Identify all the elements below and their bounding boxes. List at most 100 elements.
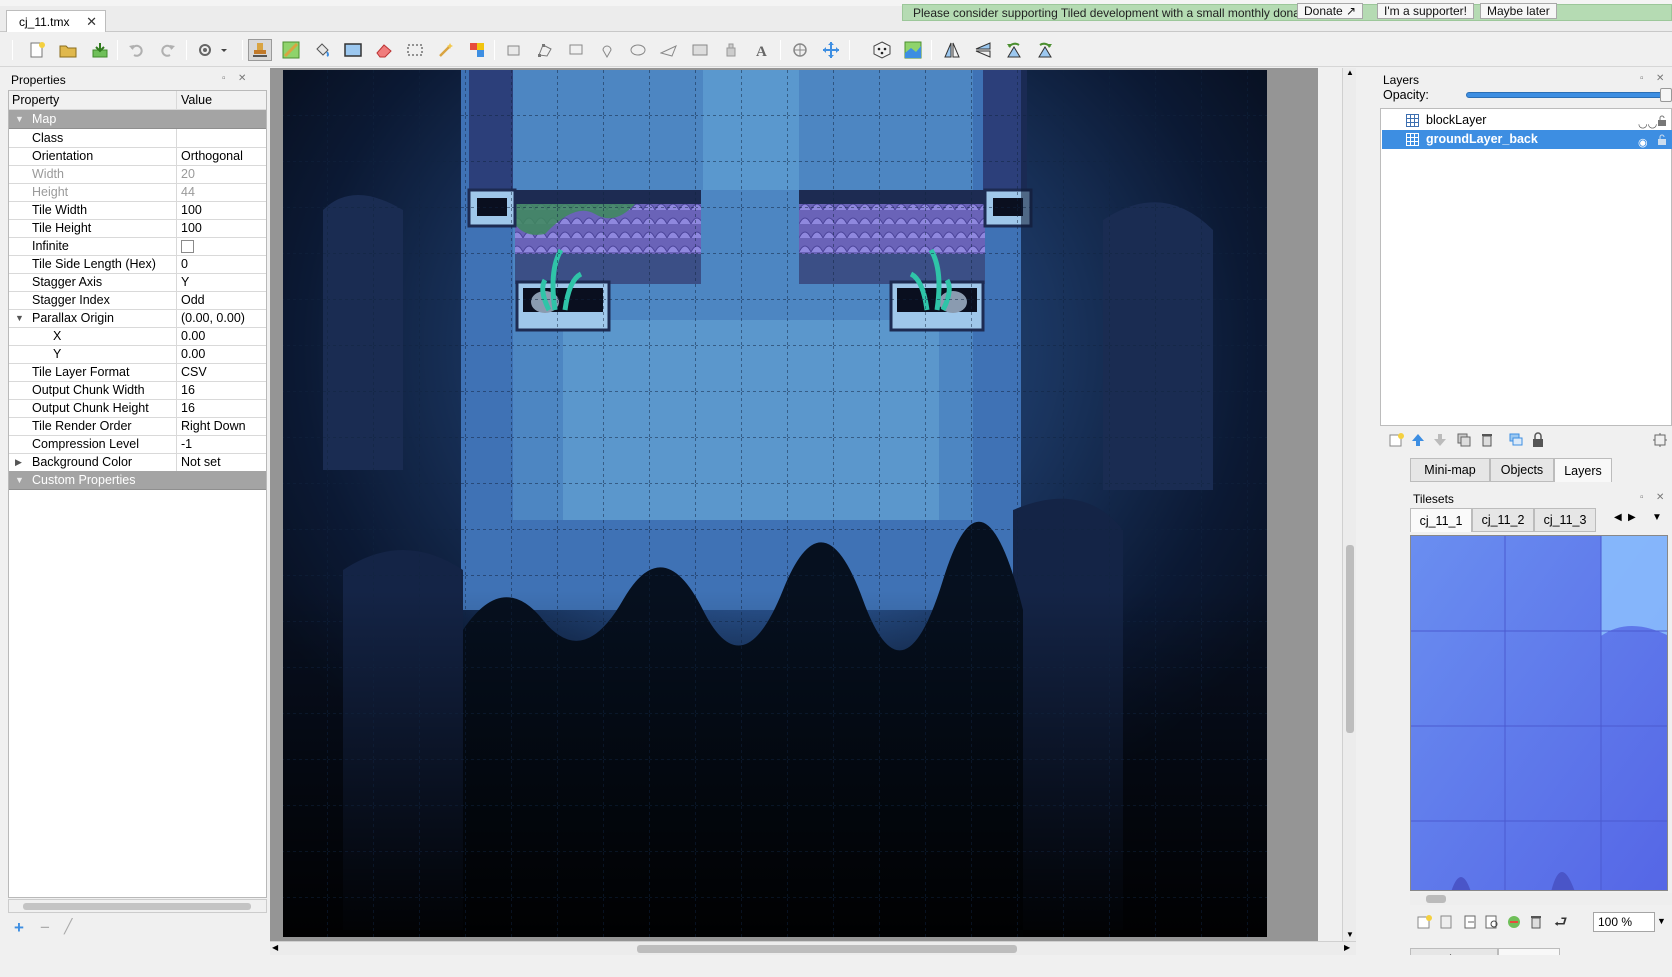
commands-icon[interactable] bbox=[195, 39, 231, 61]
remove-property-icon[interactable]: − bbox=[40, 918, 50, 938]
float-panel-icon[interactable]: ▫ bbox=[1640, 73, 1644, 84]
column-header-value[interactable]: Value bbox=[178, 91, 266, 110]
property-value[interactable]: Right Down bbox=[178, 417, 266, 436]
column-header-property[interactable]: Property bbox=[9, 91, 177, 110]
redo-icon[interactable] bbox=[156, 39, 180, 61]
group-custom-properties[interactable]: ▼ Custom Properties bbox=[9, 471, 266, 490]
raise-layer-icon[interactable] bbox=[1410, 432, 1426, 451]
property-value[interactable] bbox=[178, 237, 266, 256]
property-value[interactable]: 0.00 bbox=[178, 345, 266, 364]
property-row[interactable]: Tile Height 100 bbox=[9, 219, 266, 238]
opacity-slider[interactable] bbox=[1466, 92, 1672, 98]
property-row[interactable]: Stagger Index Odd bbox=[9, 291, 266, 310]
property-value[interactable]: 16 bbox=[178, 381, 266, 400]
wang-fill-icon[interactable] bbox=[901, 39, 925, 61]
property-value[interactable]: 44 bbox=[178, 183, 266, 202]
property-value[interactable]: -1 bbox=[178, 435, 266, 454]
donate-button[interactable]: Donate ↗ bbox=[1297, 3, 1364, 19]
lock-layer-icon[interactable] bbox=[1531, 432, 1545, 451]
tileset-view[interactable] bbox=[1410, 535, 1668, 891]
panel-menu-icon[interactable] bbox=[1652, 432, 1668, 451]
property-row[interactable]: Height 44 bbox=[9, 183, 266, 202]
tab-list-dropdown-icon[interactable]: ▼ bbox=[1652, 512, 1662, 523]
property-value[interactable]: 100 bbox=[178, 219, 266, 238]
select-same-tile-icon[interactable] bbox=[465, 39, 489, 61]
opacity-slider-handle[interactable] bbox=[1660, 88, 1672, 102]
insert-rectangle-icon[interactable] bbox=[564, 39, 588, 61]
world-tool-icon[interactable] bbox=[788, 39, 812, 61]
property-value[interactable]: Orthogonal bbox=[178, 147, 266, 166]
random-mode-icon[interactable] bbox=[870, 39, 894, 61]
export-tileset-icon[interactable] bbox=[1462, 914, 1478, 933]
map-canvas[interactable] bbox=[283, 70, 1267, 937]
delete-layer-icon[interactable] bbox=[1479, 432, 1495, 451]
tab-scroll-right-icon[interactable]: ▶ bbox=[1628, 512, 1636, 523]
insert-template-icon[interactable] bbox=[719, 39, 743, 61]
save-file-icon[interactable] bbox=[88, 39, 112, 61]
move-icon[interactable] bbox=[819, 39, 843, 61]
infinite-checkbox[interactable] bbox=[181, 240, 194, 253]
tab-scroll-left-icon[interactable]: ◀ bbox=[1614, 512, 1622, 523]
new-layer-icon[interactable] bbox=[1388, 432, 1404, 451]
property-row[interactable]: ▶ Background Color Not set bbox=[9, 453, 266, 472]
unlock-icon[interactable] bbox=[1657, 114, 1667, 126]
insert-text-icon[interactable]: A bbox=[750, 39, 774, 61]
property-row[interactable]: Tile Layer Format CSV bbox=[9, 363, 266, 382]
new-tileset-icon[interactable] bbox=[1416, 914, 1432, 933]
property-row[interactable]: Output Chunk Height 16 bbox=[9, 399, 266, 418]
property-row[interactable]: Tile Width 100 bbox=[9, 201, 266, 220]
scroll-down-icon[interactable]: ▼ bbox=[1346, 930, 1354, 939]
maybe-later-button[interactable]: Maybe later bbox=[1480, 3, 1557, 19]
tab-objects[interactable]: Objects bbox=[1490, 458, 1554, 482]
insert-polygon-icon[interactable] bbox=[657, 39, 681, 61]
float-panel-icon[interactable]: ▫ bbox=[1640, 492, 1644, 503]
show-hide-others-icon[interactable] bbox=[1508, 432, 1524, 451]
edit-tileset-icon[interactable] bbox=[1484, 914, 1500, 933]
group-map[interactable]: ▼ Map bbox=[9, 110, 266, 129]
property-row[interactable]: ▼ Parallax Origin (0.00, 0.00) bbox=[9, 309, 266, 328]
magic-wand-icon[interactable] bbox=[434, 39, 458, 61]
select-objects-icon[interactable] bbox=[502, 39, 526, 61]
property-row[interactable]: Tile Side Length (Hex) 0 bbox=[9, 255, 266, 274]
property-row[interactable]: Orientation Orthogonal bbox=[9, 147, 266, 166]
property-row[interactable]: Compression Level -1 bbox=[9, 435, 266, 454]
new-file-icon[interactable] bbox=[25, 39, 49, 61]
rotate-right-icon[interactable] bbox=[1033, 39, 1057, 61]
property-value[interactable]: Y bbox=[178, 273, 266, 292]
property-value[interactable]: CSV bbox=[178, 363, 266, 382]
close-panel-icon[interactable]: ✕ bbox=[1656, 73, 1664, 84]
scroll-up-icon[interactable]: ▲ bbox=[1346, 68, 1354, 77]
shape-fill-icon[interactable] bbox=[341, 39, 365, 61]
insert-ellipse-icon[interactable] bbox=[626, 39, 650, 61]
undo-icon[interactable] bbox=[124, 39, 148, 61]
property-value[interactable]: 100 bbox=[178, 201, 266, 220]
properties-horizontal-scrollbar[interactable] bbox=[8, 899, 267, 913]
replace-tileset-icon[interactable] bbox=[1506, 914, 1522, 933]
property-value[interactable]: Odd bbox=[178, 291, 266, 310]
tileset-tab-1[interactable]: cj_11_1 bbox=[1410, 508, 1472, 532]
open-file-icon[interactable] bbox=[56, 39, 80, 61]
layer-row-groundlayer-back[interactable]: groundLayer_back ◉ bbox=[1382, 130, 1672, 149]
property-row[interactable]: Y 0.00 bbox=[9, 345, 266, 364]
embed-tileset-icon[interactable] bbox=[1438, 914, 1454, 933]
duplicate-layer-icon[interactable] bbox=[1456, 432, 1472, 451]
stamp-brush-icon[interactable] bbox=[248, 39, 272, 61]
tab-layers[interactable]: Layers bbox=[1554, 458, 1612, 482]
zoom-dropdown-icon[interactable]: ▼ bbox=[1657, 916, 1666, 926]
lower-layer-icon[interactable] bbox=[1432, 432, 1448, 451]
flip-horizontal-icon[interactable] bbox=[940, 39, 964, 61]
property-row[interactable]: Infinite bbox=[9, 237, 266, 256]
add-property-icon[interactable]: + bbox=[14, 918, 24, 938]
property-value[interactable]: 16 bbox=[178, 399, 266, 418]
map-vertical-scrollbar[interactable]: ▲ ▼ bbox=[1342, 68, 1356, 941]
rectangular-select-icon[interactable] bbox=[403, 39, 427, 61]
scroll-right-icon[interactable]: ▶ bbox=[1344, 943, 1350, 952]
property-value[interactable] bbox=[178, 129, 266, 148]
tileset-tab-3[interactable]: cj_11_3 bbox=[1534, 508, 1596, 532]
edit-polygons-icon[interactable] bbox=[533, 39, 557, 61]
float-panel-icon[interactable]: ▫ bbox=[222, 73, 226, 84]
tileset-tab-2[interactable]: cj_11_2 bbox=[1472, 508, 1534, 532]
property-row[interactable]: Class bbox=[9, 129, 266, 148]
property-value[interactable]: Not set bbox=[178, 453, 266, 472]
property-row[interactable]: Tile Render Order Right Down bbox=[9, 417, 266, 436]
